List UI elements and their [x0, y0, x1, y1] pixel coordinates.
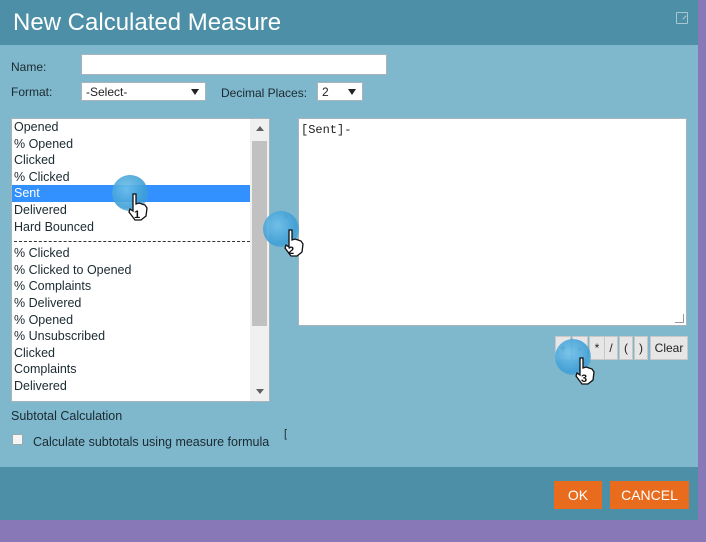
calculated-measure-dialog: New Calculated Measure Name: Format: -Se… — [0, 0, 698, 520]
decimal-places-label: Decimal Places: — [221, 86, 308, 100]
format-label: Format: — [11, 85, 53, 99]
subtotal-checkbox[interactable] — [12, 434, 23, 445]
measures-listbox[interactable]: Opened% Opened Clicked% Clicked Sent Delive… — [11, 118, 270, 402]
open-paren-button[interactable]: ( — [619, 336, 633, 360]
decimal-places-value: 2 — [322, 85, 329, 99]
edge-marks — [698, 0, 706, 20]
decimal-places-select[interactable]: 2 — [317, 82, 363, 101]
list-separator — [12, 235, 250, 245]
list-item[interactable]: % Opened — [12, 312, 250, 329]
format-select[interactable]: -Select- — [81, 82, 206, 101]
hint-step-2: 2 — [288, 245, 295, 257]
dialog-titlebar: New Calculated Measure — [0, 0, 698, 45]
name-input[interactable] — [81, 54, 387, 75]
clear-button[interactable]: Clear — [650, 336, 688, 360]
cancel-button[interactable]: CANCEL — [610, 481, 689, 509]
resize-handle-icon[interactable] — [675, 314, 684, 323]
scroll-up-icon[interactable] — [256, 126, 264, 131]
format-select-value: -Select- — [86, 85, 128, 99]
dialog-title: New Calculated Measure — [13, 9, 282, 36]
subtotal-checkbox-label[interactable]: Calculate subtotals using measure formul… — [33, 435, 269, 449]
list-item[interactable]: % Clicked — [12, 245, 250, 262]
subtotal-heading: Subtotal Calculation — [11, 409, 123, 423]
list-item[interactable]: % Complaints — [12, 278, 250, 295]
hint-step-1: 1 — [134, 209, 141, 221]
list-item[interactable]: % Delivered — [12, 295, 250, 312]
list-item[interactable]: % Unsubscribed — [12, 328, 250, 345]
bracket-mark: [ — [284, 428, 288, 440]
list-item[interactable]: % Opened — [12, 136, 250, 153]
list-item[interactable]: % Clicked to Opened — [12, 262, 250, 279]
list-item[interactable]: Delivered — [12, 378, 250, 395]
listbox-scrollbar[interactable] — [250, 119, 269, 401]
scroll-down-icon[interactable] — [256, 389, 264, 394]
ok-button[interactable]: OK — [554, 481, 602, 509]
popout-icon[interactable] — [676, 12, 688, 24]
list-item[interactable]: Complaints — [12, 361, 250, 378]
chevron-down-icon — [348, 89, 356, 95]
close-paren-button[interactable]: ) — [634, 336, 648, 360]
list-item[interactable]: Clicked — [12, 152, 250, 169]
name-label: Name: — [11, 60, 47, 74]
list-item[interactable]: Opened — [12, 119, 250, 136]
chevron-down-icon — [191, 89, 199, 95]
hint-step-3: 3 — [581, 373, 588, 385]
formula-textarea[interactable]: [Sent]- — [298, 118, 687, 326]
divide-operator-button[interactable]: / — [604, 336, 618, 360]
list-item[interactable]: Clicked — [12, 345, 250, 362]
formula-text: [Sent]- — [301, 123, 352, 137]
measures-list: Opened% Opened Clicked% Clicked Sent Delive… — [12, 119, 250, 395]
